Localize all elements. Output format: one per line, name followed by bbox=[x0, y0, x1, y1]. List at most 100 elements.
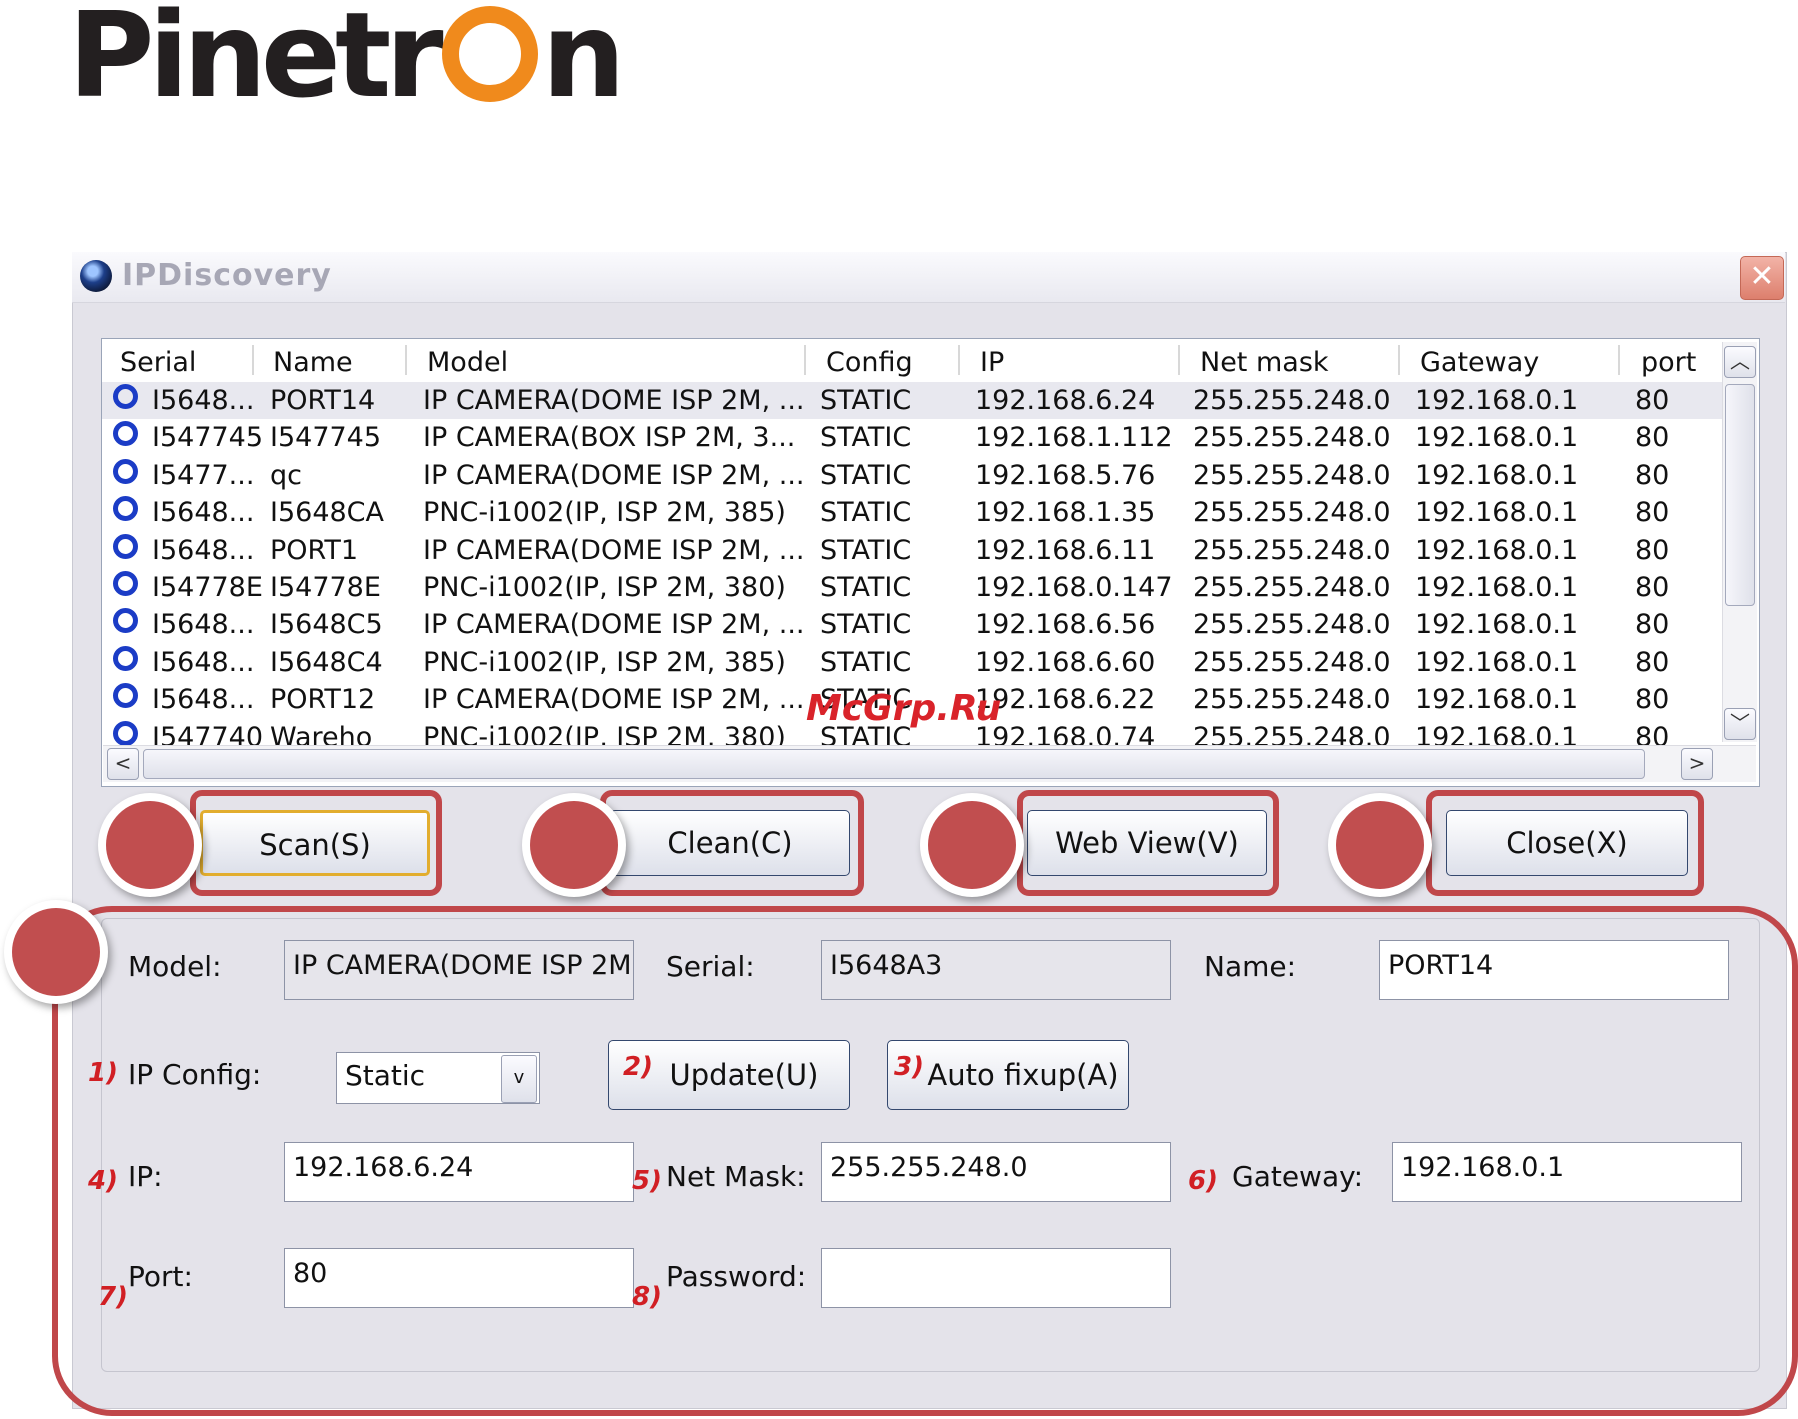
table-cell: I5648... bbox=[152, 534, 255, 566]
table-cell: 192.168.6.56 bbox=[975, 609, 1156, 641]
scroll-up-button[interactable]: ︿ bbox=[1724, 346, 1756, 378]
close-callout-marker bbox=[1336, 801, 1424, 889]
settings-callout-marker bbox=[12, 908, 100, 996]
table-cell: 255.255.248.0 bbox=[1193, 572, 1391, 603]
column-header[interactable]: port bbox=[1641, 339, 1696, 380]
table-cell: 80 bbox=[1635, 385, 1670, 416]
web-view-callout-marker bbox=[928, 801, 1016, 889]
column-divider[interactable] bbox=[405, 345, 407, 375]
chevron-down-icon[interactable]: v bbox=[501, 1055, 537, 1103]
table-cell: 192.168.0.147 bbox=[975, 572, 1173, 603]
column-divider[interactable] bbox=[1618, 345, 1620, 375]
table-cell: 192.168.0.1 bbox=[1415, 534, 1579, 566]
table-cell: I5648... bbox=[152, 497, 255, 529]
column-divider[interactable] bbox=[804, 345, 806, 375]
table-row[interactable]: I5648... PORT1 IP CAMERA(DOME ISP 2M, ... S… bbox=[102, 532, 1722, 569]
table-cell: I547745 bbox=[270, 422, 382, 454]
table-cell: I54778E bbox=[152, 572, 263, 603]
table-cell: I5648CA bbox=[270, 497, 384, 529]
column-header[interactable]: Gateway bbox=[1420, 339, 1539, 380]
column-header[interactable]: Config bbox=[826, 339, 913, 380]
column-divider[interactable] bbox=[252, 345, 254, 375]
gateway-field[interactable]: 192.168.0.1 bbox=[1392, 1142, 1742, 1202]
table-row[interactable]: I5648... I5648C4 PNC-i1002(IP, ISP 2M, 385… bbox=[102, 644, 1722, 681]
net-mask-field[interactable]: 255.255.248.0 bbox=[821, 1142, 1171, 1202]
scroll-down-button[interactable]: ﹀ bbox=[1724, 708, 1756, 740]
table-cell: 80 bbox=[1635, 572, 1670, 603]
column-header[interactable]: IP bbox=[980, 339, 1004, 380]
password-field[interactable] bbox=[821, 1248, 1171, 1308]
table-cell: I5648... bbox=[152, 385, 255, 416]
table-cell: STATIC bbox=[820, 422, 912, 454]
vertical-scrollbar[interactable]: ︿ ﹀ bbox=[1722, 342, 1757, 742]
table-cell: 255.255.248.0 bbox=[1193, 497, 1391, 529]
serial-field: I5648A3 bbox=[821, 940, 1171, 1000]
ip-config-label: IP Config: bbox=[128, 1058, 262, 1091]
marker-3: 3) bbox=[894, 1052, 924, 1082]
table-cell: 255.255.248.0 bbox=[1193, 422, 1391, 454]
auto-fixup-button-label: Auto fixup(A) bbox=[927, 1058, 1119, 1092]
horizontal-scroll-thumb[interactable] bbox=[143, 749, 1645, 779]
serial-label: Serial: bbox=[666, 950, 755, 983]
marker-7: 7) bbox=[98, 1282, 128, 1312]
table-cell: 192.168.1.35 bbox=[975, 497, 1156, 529]
vertical-scroll-thumb[interactable] bbox=[1725, 384, 1755, 606]
table-cell: 192.168.6.24 bbox=[975, 385, 1156, 416]
table-cell: 192.168.6.22 bbox=[975, 684, 1156, 716]
scan-button[interactable]: Scan(S) bbox=[200, 810, 430, 876]
table-cell: I5648C5 bbox=[270, 609, 383, 641]
table-cell: I5477... bbox=[152, 459, 255, 491]
clean-callout-marker bbox=[530, 801, 618, 889]
name-field[interactable]: PORT14 bbox=[1379, 940, 1729, 1000]
column-divider[interactable] bbox=[1398, 345, 1400, 375]
update-button-label: Update(U) bbox=[669, 1058, 819, 1092]
table-row[interactable]: I5648... PORT14 IP CAMERA(DOME ISP 2M, ...… bbox=[102, 382, 1722, 419]
table-cell: 192.168.0.1 bbox=[1415, 646, 1579, 678]
model-field: IP CAMERA(DOME ISP 2M, bbox=[284, 940, 634, 1000]
column-header[interactable]: Net mask bbox=[1200, 339, 1329, 380]
name-label: Name: bbox=[1204, 950, 1297, 983]
device-status-icon bbox=[113, 496, 138, 522]
ip-config-select[interactable]: Static v bbox=[336, 1052, 540, 1104]
table-cell: 255.255.248.0 bbox=[1193, 534, 1391, 566]
scroll-left-button[interactable]: < bbox=[107, 748, 139, 780]
table-cell: STATIC bbox=[820, 534, 912, 566]
table-cell: PNC-i1002(IP, ISP 2M, 385) bbox=[423, 497, 786, 529]
table-cell: qc bbox=[270, 459, 302, 491]
column-header[interactable]: Name bbox=[273, 339, 353, 380]
table-row[interactable]: I54778E I54778E PNC-i1002(IP, ISP 2M, 380)… bbox=[102, 569, 1722, 606]
table-cell: STATIC bbox=[820, 609, 912, 641]
table-cell: IP CAMERA(DOME ISP 2M, ... bbox=[423, 534, 805, 566]
device-status-icon bbox=[113, 645, 138, 671]
auto-fixup-button[interactable]: 3) Auto fixup(A) bbox=[887, 1040, 1129, 1110]
table-cell: 80 bbox=[1635, 684, 1670, 716]
table-cell: 255.255.248.0 bbox=[1193, 609, 1391, 641]
web-view-button[interactable]: Web View(V) bbox=[1027, 810, 1267, 876]
column-divider[interactable] bbox=[958, 345, 960, 375]
clean-button[interactable]: Clean(C) bbox=[610, 810, 850, 876]
column-header[interactable]: Model bbox=[427, 339, 508, 380]
close-button[interactable]: Close(X) bbox=[1446, 810, 1688, 876]
marker-6: 6) bbox=[1188, 1166, 1218, 1196]
update-button[interactable]: 2) Update(U) bbox=[608, 1040, 850, 1110]
table-row[interactable]: I5477... qc IP CAMERA(DOME ISP 2M, ... STAT… bbox=[102, 457, 1722, 494]
table-row[interactable]: I5648... I5648CA PNC-i1002(IP, ISP 2M, 385… bbox=[102, 494, 1722, 531]
table-cell: 192.168.0.1 bbox=[1415, 497, 1579, 529]
table-cell: PORT12 bbox=[270, 684, 376, 716]
ip-label: IP: bbox=[128, 1160, 163, 1193]
table-row[interactable]: I5648... I5648C5 IP CAMERA(DOME ISP 2M, ..… bbox=[102, 606, 1722, 643]
table-row[interactable]: I547745 I547745 IP CAMERA(BOX ISP 2M, 3...… bbox=[102, 419, 1722, 456]
scroll-right-button[interactable]: > bbox=[1681, 748, 1713, 780]
port-field[interactable]: 80 bbox=[284, 1248, 634, 1308]
device-status-icon bbox=[113, 571, 138, 596]
table-cell: PNC-i1002(IP, ISP 2M, 385) bbox=[423, 646, 786, 678]
ip-config-value: Static bbox=[345, 1059, 426, 1092]
horizontal-scrollbar[interactable]: < > bbox=[103, 745, 1756, 782]
window-close-button[interactable]: ✕ bbox=[1740, 256, 1784, 300]
ip-field[interactable]: 192.168.6.24 bbox=[284, 1142, 634, 1202]
column-header[interactable]: Serial bbox=[120, 339, 196, 380]
table-cell: 192.168.6.11 bbox=[975, 534, 1156, 566]
device-status-icon bbox=[113, 533, 138, 559]
column-divider[interactable] bbox=[1178, 345, 1180, 375]
app-camera-icon bbox=[80, 260, 112, 292]
